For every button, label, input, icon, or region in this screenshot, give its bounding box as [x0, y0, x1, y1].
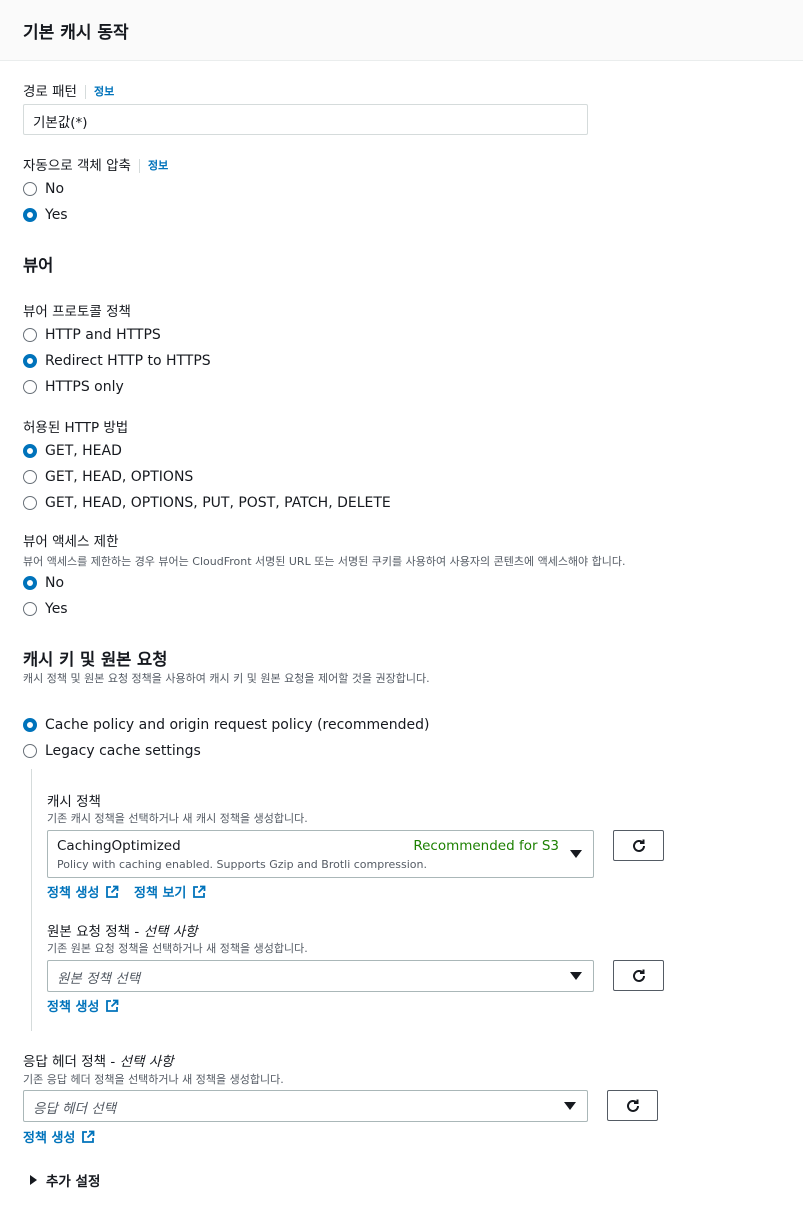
methods-radio-get-head[interactable]: GET, HEAD [23, 441, 122, 461]
additional-settings-expander[interactable]: 추가 설정 [30, 1170, 100, 1190]
cache-policy-value-description: Policy with caching enabled. Supports Gz… [57, 858, 428, 871]
radio-button[interactable] [23, 602, 37, 616]
allowed-methods-label: 허용된 HTTP 방법 [23, 420, 129, 436]
radio-button[interactable] [23, 328, 37, 342]
cache-policy-value: CachingOptimized [57, 838, 181, 854]
path-pattern-label: 경로 패턴 정보 [23, 84, 115, 100]
compress-radio-no[interactable]: No [23, 179, 64, 199]
radio-button-checked[interactable] [23, 354, 37, 368]
cache-policy-description: 기존 캐시 정책을 선택하거나 새 캐시 정책을 생성합니다. [47, 812, 308, 825]
cache-policy-create-link[interactable]: 정책 생성 [47, 882, 119, 901]
viewer-section-title: 뷰어 [23, 256, 54, 275]
cache-policy-select[interactable]: CachingOptimized Recommended for S3 Poli… [47, 830, 594, 878]
origin-policy-description: 기존 원본 요청 정책을 선택하거나 새 정책을 생성합니다. [47, 942, 308, 955]
refresh-icon [627, 1099, 639, 1112]
external-link-icon [106, 885, 119, 898]
compress-label: 자동으로 객체 압축 정보 [23, 158, 169, 174]
panel-header: 기본 캐시 동작 [0, 0, 803, 61]
cache-radio-policy[interactable]: Cache policy and origin request policy (… [23, 715, 429, 735]
response-headers-refresh-button[interactable] [607, 1090, 658, 1121]
external-link-icon [106, 999, 119, 1012]
refresh-icon [633, 969, 645, 982]
radio-button-checked[interactable] [23, 718, 37, 732]
origin-policy-refresh-button[interactable] [613, 960, 664, 991]
cache-policy-refresh-button[interactable] [613, 830, 664, 861]
radio-button[interactable] [23, 744, 37, 758]
external-link-icon [82, 1130, 95, 1143]
viewer-protocol-label: 뷰어 프로토콜 정책 [23, 304, 131, 320]
response-headers-description: 기존 응답 헤더 정책을 선택하거나 새 정책을 생성합니다. [23, 1073, 284, 1086]
radio-button[interactable] [23, 380, 37, 394]
path-pattern-input[interactable]: 기본값(*) [23, 104, 588, 135]
origin-policy-create-link[interactable]: 정책 생성 [47, 996, 119, 1015]
restrict-access-description: 뷰어 액세스를 제한하는 경우 뷰어는 CloudFront 서명된 URL 또… [23, 555, 626, 568]
indent-divider [31, 769, 32, 1031]
protocol-radio-redirect[interactable]: Redirect HTTP to HTTPS [23, 351, 211, 371]
protocol-radio-http-https[interactable]: HTTP and HTTPS [23, 325, 161, 345]
origin-policy-label: 원본 요청 정책 - 선택 사항 [47, 924, 198, 940]
caret-down-icon [564, 1102, 576, 1110]
radio-button[interactable] [23, 470, 37, 484]
cache-radio-legacy[interactable]: Legacy cache settings [23, 741, 201, 761]
radio-button[interactable] [23, 182, 37, 196]
external-link-icon [193, 885, 206, 898]
radio-button[interactable] [23, 496, 37, 510]
compress-info-link[interactable]: 정보 [138, 159, 168, 173]
response-headers-create-link[interactable]: 정책 생성 [23, 1127, 95, 1146]
methods-radio-get-head-options[interactable]: GET, HEAD, OPTIONS [23, 467, 193, 487]
cache-key-section-title: 캐시 키 및 원본 요청 [23, 650, 168, 669]
response-headers-placeholder: 응답 헤더 선택 [33, 1101, 117, 1117]
panel-title: 기본 캐시 동작 [23, 23, 129, 43]
origin-policy-placeholder: 원본 정책 선택 [57, 971, 141, 987]
cache-policy-label: 캐시 정책 [47, 794, 101, 810]
expand-triangle-icon [30, 1175, 37, 1185]
caret-down-icon [570, 850, 582, 858]
cache-key-description: 캐시 정책 및 원본 요청 정책을 사용하여 캐시 키 및 원본 요청을 제어할… [23, 672, 430, 685]
radio-button-checked[interactable] [23, 208, 37, 222]
restrict-radio-no[interactable]: No [23, 573, 64, 593]
methods-radio-all[interactable]: GET, HEAD, OPTIONS, PUT, POST, PATCH, DE… [23, 493, 391, 513]
response-headers-select[interactable]: 응답 헤더 선택 [23, 1090, 588, 1122]
path-pattern-info-link[interactable]: 정보 [84, 85, 114, 99]
restrict-radio-yes[interactable]: Yes [23, 599, 68, 619]
radio-button-checked[interactable] [23, 576, 37, 590]
cache-policy-view-link[interactable]: 정책 보기 [134, 882, 206, 901]
response-headers-label: 응답 헤더 정책 - 선택 사항 [23, 1054, 174, 1070]
refresh-icon [633, 839, 645, 852]
protocol-radio-https-only[interactable]: HTTPS only [23, 377, 124, 397]
restrict-access-label: 뷰어 액세스 제한 [23, 534, 119, 550]
compress-radio-yes[interactable]: Yes [23, 205, 68, 225]
radio-button-checked[interactable] [23, 444, 37, 458]
origin-policy-select[interactable]: 원본 정책 선택 [47, 960, 594, 992]
recommended-tag: Recommended for S3 [413, 838, 559, 854]
caret-down-icon [570, 972, 582, 980]
